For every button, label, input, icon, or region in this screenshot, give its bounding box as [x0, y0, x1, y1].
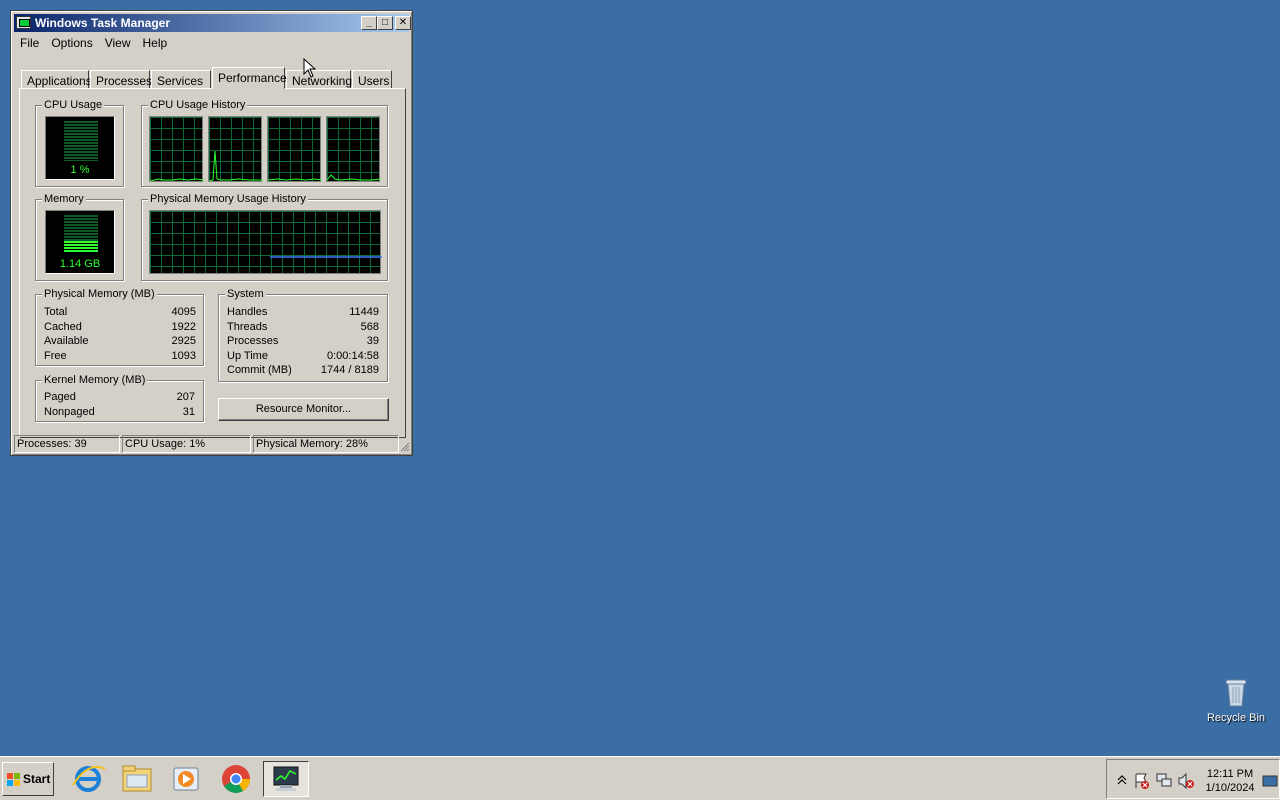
file-explorer-icon — [122, 765, 152, 792]
kernel-memory-group: Kernel Memory (MB) Paged 207 Nonpaged 31 — [35, 374, 204, 422]
stat-paged: Paged 207 — [44, 391, 195, 403]
minimize-button[interactable]: _ — [361, 16, 377, 30]
cpu-history-graph-2 — [208, 116, 263, 182]
stat-free: Free 1093 — [44, 350, 196, 362]
cpu-usage-value: 1 % — [70, 164, 90, 176]
menu-bar: File Options View Help — [14, 34, 173, 52]
clock-date: 1/10/2024 — [1205, 782, 1255, 794]
status-memory: Physical Memory: 28% — [253, 435, 399, 453]
task-manager-icon — [273, 766, 299, 791]
cpu-meter-bars — [64, 121, 98, 161]
cpu-usage-meter: 1 % — [45, 116, 115, 180]
cpu-history-group: CPU Usage History — [141, 99, 388, 187]
system-group: System Handles 11449 Threads 568 Process… — [218, 288, 388, 382]
stat-total: Total 4095 — [44, 306, 196, 318]
status-bar: Processes: 39 CPU Usage: 1% Physical Mem… — [14, 435, 410, 453]
memory-meter: 1.14 GB — [45, 210, 115, 274]
menu-view[interactable]: View — [99, 34, 137, 52]
tab-performance[interactable]: Performance — [212, 67, 287, 89]
kernel-memory-title: Kernel Memory (MB) — [42, 374, 148, 386]
task-manager-icon — [16, 16, 31, 29]
start-label: Start — [23, 772, 51, 786]
memory-history-graph — [149, 210, 382, 274]
memory-history-group: Physical Memory Usage History — [141, 193, 388, 281]
tab-users[interactable]: Users — [352, 70, 392, 89]
memory-meter-fill-bars — [64, 241, 98, 253]
tab-applications[interactable]: Applications — [21, 70, 92, 89]
clock-time: 12:11 PM — [1206, 768, 1254, 780]
show-hidden-icons-icon[interactable] — [1117, 774, 1127, 786]
windows-logo-icon — [7, 773, 20, 786]
network-icon[interactable] — [1155, 772, 1173, 790]
clock[interactable]: 12:11 PM 1/10/2024 — [1203, 767, 1257, 795]
chrome-icon — [222, 765, 250, 793]
system-tray: 12:11 PM 1/10/2024 — [1106, 759, 1280, 799]
cpu-history-graph-3 — [267, 116, 322, 182]
resize-grip-icon[interactable] — [400, 442, 410, 452]
window-title: Windows Task Manager — [35, 16, 171, 30]
taskbar: Start 12:11 PM 1/10/2024 — [0, 756, 1280, 800]
status-processes: Processes: 39 — [14, 435, 120, 453]
taskbar-file-explorer[interactable] — [114, 761, 160, 797]
action-center-flag-icon[interactable] — [1133, 772, 1151, 790]
system-title: System — [225, 288, 266, 300]
stat-nonpaged: Nonpaged 31 — [44, 406, 195, 418]
title-bar[interactable]: Windows Task Manager _ □ ✕ — [14, 14, 411, 32]
stat-processes: Processes 39 — [227, 335, 379, 347]
stat-up-time: Up Time 0:00:14:58 — [227, 350, 379, 362]
stat-threads: Threads 568 — [227, 321, 379, 333]
internet-explorer-icon — [72, 766, 106, 792]
recycle-bin[interactable]: Recycle Bin — [1200, 676, 1272, 724]
cpu-history-title: CPU Usage History — [148, 99, 248, 111]
stat-commit: Commit (MB) 1744 / 8189 — [227, 364, 379, 376]
cpu-usage-group: CPU Usage 1 % — [35, 99, 124, 187]
resource-monitor-button[interactable]: Resource Monitor... — [218, 398, 389, 421]
physical-memory-group: Physical Memory (MB) Total 4095 Cached 1… — [35, 288, 204, 366]
tab-networking[interactable]: Networking — [286, 70, 352, 89]
stat-available: Available 2925 — [44, 335, 196, 347]
cpu-history-graph-1 — [149, 116, 204, 182]
taskbar-task-manager[interactable] — [263, 761, 309, 797]
close-button[interactable]: ✕ — [395, 16, 411, 30]
taskbar-chrome[interactable] — [213, 761, 259, 797]
show-desktop-icon[interactable] — [1262, 774, 1278, 788]
recycle-bin-label: Recycle Bin — [1206, 712, 1266, 724]
performance-panel: CPU Usage 1 % CPU Usage History Memory 1… — [19, 88, 406, 438]
menu-file[interactable]: File — [14, 34, 45, 52]
memory-meter-empty-bars — [64, 215, 98, 241]
recycle-bin-icon — [1223, 676, 1249, 708]
task-manager-window: Windows Task Manager _ □ ✕ File Options Vi… — [10, 10, 413, 456]
physical-memory-title: Physical Memory (MB) — [42, 288, 157, 300]
start-button[interactable]: Start — [2, 762, 54, 796]
taskbar-internet-explorer[interactable] — [65, 761, 111, 797]
menu-options[interactable]: Options — [45, 34, 98, 52]
cpu-usage-title: CPU Usage — [42, 99, 105, 111]
cpu-history-graph-4 — [326, 116, 381, 182]
tab-processes[interactable]: Processes — [90, 70, 152, 89]
status-cpu: CPU Usage: 1% — [122, 435, 251, 453]
maximize-button[interactable]: □ — [377, 16, 393, 30]
desktop: Windows Task Manager _ □ ✕ File Options Vi… — [0, 0, 1280, 756]
stat-handles: Handles 11449 — [227, 306, 379, 318]
media-player-icon — [173, 767, 199, 791]
memory-group: Memory 1.14 GB — [35, 193, 124, 281]
stat-cached: Cached 1922 — [44, 321, 196, 333]
volume-muted-icon[interactable] — [1177, 772, 1195, 790]
memory-history-title: Physical Memory Usage History — [148, 193, 308, 205]
taskbar-media-player[interactable] — [163, 761, 209, 797]
memory-value: 1.14 GB — [59, 258, 101, 270]
tab-services[interactable]: Services — [151, 70, 211, 89]
memory-title: Memory — [42, 193, 86, 205]
menu-help[interactable]: Help — [137, 34, 174, 52]
mouse-cursor-icon — [303, 58, 317, 78]
